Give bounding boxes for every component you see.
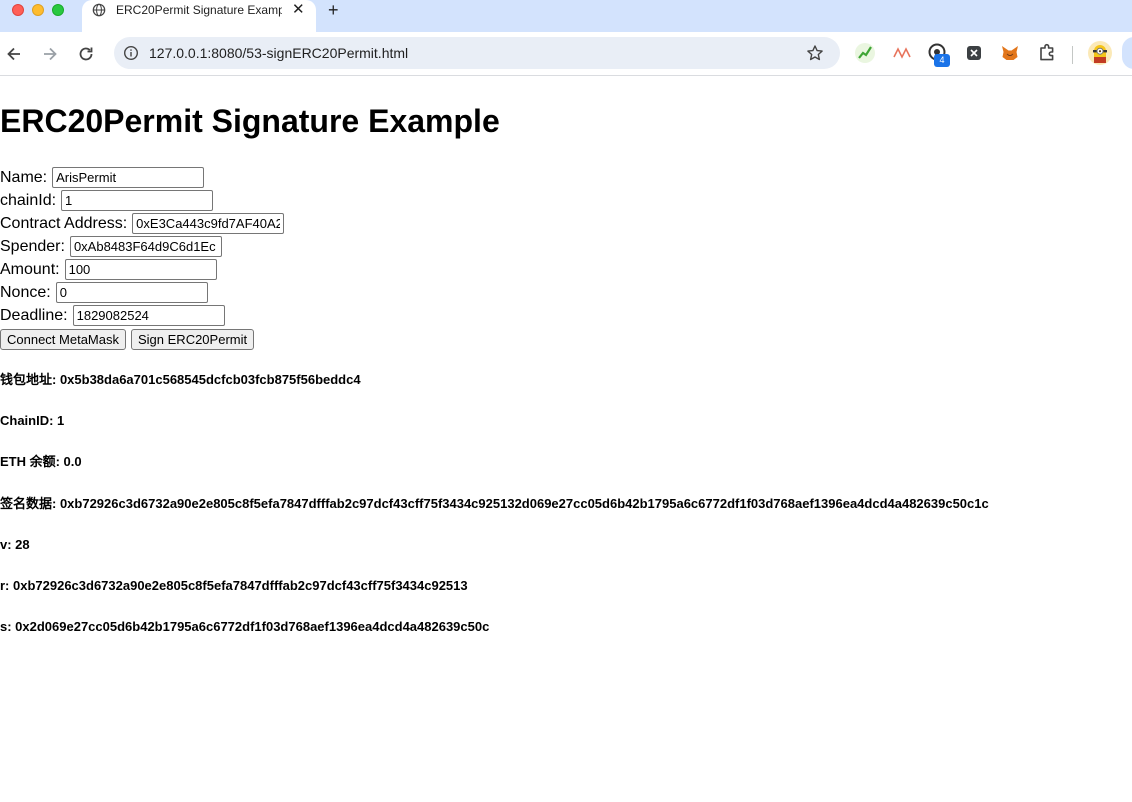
forward-icon[interactable] — [40, 44, 60, 64]
url-text[interactable]: 127.0.0.1:8080/53-signERC20Permit.html — [149, 45, 408, 61]
sign-erc20permit-button[interactable]: Sign ERC20Permit — [131, 329, 255, 350]
name-row: Name: — [0, 166, 205, 189]
window-close-button[interactable] — [12, 4, 24, 16]
x-extension-icon[interactable] — [963, 42, 985, 64]
nonce-label: Nonce: — [0, 283, 51, 301]
contract-address-row: Contract Address: — [0, 212, 285, 235]
browser-tab-bar: ERC20Permit Signature Example ✕ + — [0, 0, 1132, 32]
amount-input[interactable] — [64, 259, 217, 280]
contract-address-input[interactable] — [132, 213, 285, 234]
reload-icon[interactable] — [76, 44, 96, 64]
chart-extension-icon[interactable] — [854, 42, 876, 64]
wallet-address-text: 钱包地址: 0x5b38da6a701c568545dcfcb03fcb875f… — [0, 372, 361, 387]
deadline-row: Deadline: — [0, 304, 225, 327]
puzzle-extensions-icon[interactable] — [1036, 42, 1058, 64]
contract-address-label: Contract Address: — [0, 214, 128, 232]
chain-id-input[interactable] — [61, 190, 214, 211]
chain-id-text: ChainID: 1 — [0, 413, 65, 428]
signature-text: 签名数据: 0xb72926c3d6732a90e2e805c8f5efa784… — [0, 496, 989, 511]
window-maximize-button[interactable] — [52, 4, 64, 16]
chain-id-row: chainId: — [0, 189, 214, 212]
spender-row: Spender: — [0, 235, 222, 258]
nonce-input[interactable] — [55, 282, 208, 303]
r-value-text: r: 0xb72926c3d6732a90e2e805c8f5efa7847df… — [0, 578, 468, 593]
spender-label: Spender: — [0, 237, 65, 255]
toolbar-separator — [1072, 46, 1073, 64]
page-content: ERC20Permit Signature Example Name: chai… — [0, 77, 1132, 802]
deadline-label: Deadline: — [0, 306, 68, 324]
nonce-row: Nonce: — [0, 281, 208, 304]
action-buttons: Connect MetaMask Sign ERC20Permit — [0, 329, 259, 350]
v-value-text: v: 28 — [0, 537, 30, 552]
window-minimize-button[interactable] — [32, 4, 44, 16]
chain-id-label: chainId: — [0, 191, 57, 209]
profile-menu-button[interactable] — [1122, 37, 1132, 69]
deadline-input[interactable] — [72, 305, 225, 326]
name-input[interactable] — [52, 167, 205, 188]
tab-title: ERC20Permit Signature Example — [116, 3, 282, 17]
site-info-icon[interactable] — [123, 45, 139, 61]
connect-metamask-button[interactable]: Connect MetaMask — [0, 329, 126, 350]
extension-badge: 4 — [934, 54, 950, 67]
globe-icon — [92, 3, 106, 17]
bookmark-star-icon[interactable] — [806, 44, 824, 62]
browser-toolbar: 127.0.0.1:8080/53-signERC20Permit.html 4 — [0, 32, 1132, 76]
tab-close-icon[interactable]: ✕ — [292, 1, 305, 19]
metamask-fox-icon[interactable] — [999, 42, 1021, 64]
amount-label: Amount: — [0, 260, 60, 278]
new-tab-icon[interactable]: + — [328, 0, 339, 20]
wave-extension-icon[interactable] — [891, 42, 913, 64]
minion-avatar-icon — [1093, 45, 1107, 63]
amount-row: Amount: — [0, 258, 217, 281]
browser-tab[interactable]: ERC20Permit Signature Example ✕ — [82, 0, 316, 32]
back-icon[interactable] — [4, 44, 24, 64]
spender-input[interactable] — [69, 236, 222, 257]
profile-avatar[interactable] — [1088, 41, 1112, 65]
page-title: ERC20Permit Signature Example — [0, 103, 500, 139]
name-label: Name: — [0, 168, 48, 186]
eth-balance-text: ETH 余额: 0.0 — [0, 454, 82, 469]
s-value-text: s: 0x2d069e27cc05d6b42b1795a6c6772df1f03… — [0, 619, 490, 634]
address-bar[interactable]: 127.0.0.1:8080/53-signERC20Permit.html — [114, 37, 840, 69]
